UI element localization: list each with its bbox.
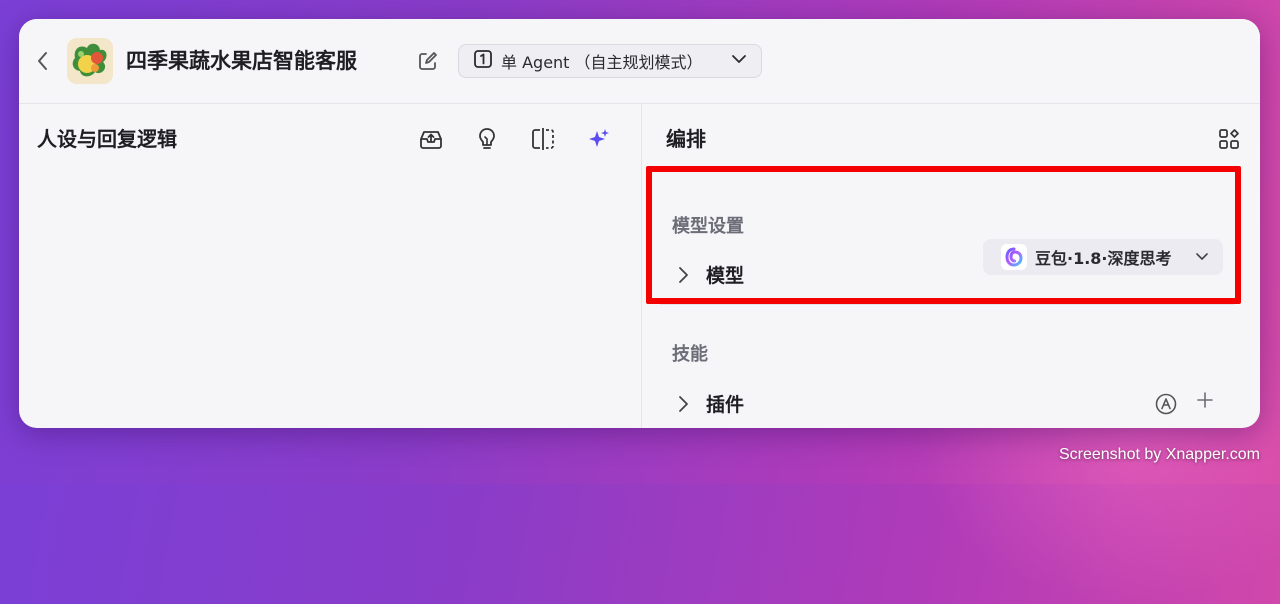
- orchestration-panel-title: 编排: [666, 127, 706, 151]
- divider: [660, 304, 1234, 305]
- edit-icon[interactable]: [417, 50, 439, 72]
- section-label-skills: 技能: [672, 344, 708, 365]
- persona-panel-title: 人设与回复逻辑: [37, 127, 177, 151]
- add-plugin-button[interactable]: [1196, 391, 1214, 415]
- chevron-right-icon[interactable]: [676, 394, 690, 414]
- inbox-upload-icon[interactable]: [418, 126, 444, 152]
- auto-mode-icon[interactable]: [1155, 393, 1177, 415]
- agent-mode-label: 单 Agent （自主规划模式）: [501, 53, 703, 72]
- app-window: 四季果蔬水果店智能客服 单 Agent （自主规划模式） 人设与回复逻辑 编排 …: [19, 19, 1260, 428]
- chevron-left-icon[interactable]: [35, 49, 51, 73]
- plugin-row-label[interactable]: 插件: [706, 390, 744, 417]
- single-agent-icon: [473, 49, 493, 73]
- app-title: 四季果蔬水果店智能客服: [126, 49, 357, 73]
- persona-panel: 人设与回复逻辑: [19, 104, 642, 428]
- watermark-text: Screenshot by Xnapper.com: [1058, 446, 1260, 463]
- sparkle-icon[interactable]: [586, 126, 612, 152]
- top-bar: 四季果蔬水果店智能客服 单 Agent （自主规划模式）: [19, 19, 1260, 104]
- agent-mode-selector[interactable]: 单 Agent （自主规划模式）: [458, 44, 762, 78]
- split-view-icon[interactable]: [530, 126, 556, 152]
- grid-layout-icon[interactable]: [1218, 128, 1240, 150]
- orchestration-panel: 编排 模型设置 模型 豆包·1.8·深度思考 技能 插件: [642, 104, 1260, 428]
- chevron-down-icon: [731, 51, 747, 71]
- lightbulb-icon[interactable]: [474, 126, 500, 152]
- app-logo: [67, 38, 113, 84]
- highlight-box: [646, 166, 1241, 304]
